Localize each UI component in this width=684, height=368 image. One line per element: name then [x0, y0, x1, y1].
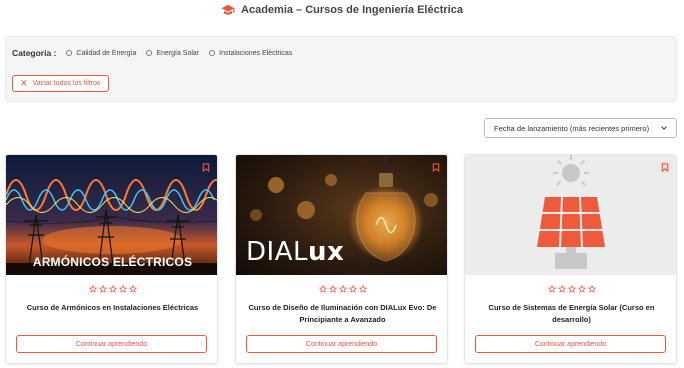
star-icon [567, 285, 576, 293]
filter-option-solar[interactable]: Energía Solar [146, 50, 199, 57]
course-card[interactable]: Curso de Sistemas de Energía Solar (Curs… [464, 154, 677, 364]
star-icon [318, 285, 327, 293]
star-icon [338, 285, 347, 293]
filter-option-label: Instalaciones Eléctricas [219, 49, 293, 57]
star-icon [118, 285, 127, 293]
continue-learning-button[interactable]: Continuar aprendiendo [246, 335, 437, 353]
clear-filters-label: Vaciar todos los filtros [32, 80, 101, 87]
course-card[interactable]: ARMÓNICOS ELÉCTRICOS Curso de Armónicos … [5, 154, 218, 364]
page-header: Academia – Cursos de Ingeniería Eléctric… [0, 0, 684, 20]
filter-panel: Categoría : Calidad de Energía Energía S… [5, 36, 677, 102]
star-icon [328, 285, 337, 293]
solar-panel-image [465, 155, 676, 275]
caption-part: DIAL [246, 237, 308, 267]
star-icon [547, 285, 556, 293]
course-title[interactable]: Curso de Sistemas de Energía Solar (Curs… [475, 302, 668, 326]
rating-stars [236, 285, 447, 293]
graduation-cap-icon [221, 4, 235, 15]
rating-stars [6, 285, 217, 293]
star-icon [108, 285, 117, 293]
star-icon [358, 285, 367, 293]
radio-icon[interactable] [209, 50, 216, 56]
bookmark-icon[interactable] [200, 161, 212, 173]
bookmark-icon[interactable] [659, 161, 671, 173]
star-icon [128, 285, 137, 293]
radio-icon[interactable] [66, 50, 73, 56]
caption-part-bold: ux [307, 237, 345, 267]
filter-option-calidad[interactable]: Calidad de Energía [66, 50, 136, 57]
course-title[interactable]: Curso de Armónicos en Instalaciones Eléc… [16, 302, 209, 314]
star-icon [557, 285, 566, 293]
page-title: Academia – Cursos de Ingeniería Eléctric… [241, 4, 463, 16]
sort-selected-value: Fecha de lanzamiento (más recientes prim… [494, 123, 650, 133]
continue-learning-button[interactable]: Continuar aprendiendo [475, 335, 666, 353]
star-icon [88, 285, 97, 293]
clear-filters-button[interactable]: ✕ Vaciar todos los filtros [12, 75, 109, 92]
star-icon [587, 285, 596, 293]
star-icon [577, 285, 586, 293]
category-filter: Categoría : Calidad de Energía Energía S… [12, 48, 294, 58]
radio-icon[interactable] [146, 50, 153, 56]
thumbnail-caption: DIALux [246, 237, 344, 267]
filter-option-label: Energía Solar [156, 49, 200, 57]
chevron-down-icon [661, 126, 667, 130]
filter-option-instalaciones[interactable]: Instalaciones Eléctricas [209, 50, 292, 57]
sort-select[interactable]: Fecha de lanzamiento (más recientes prim… [484, 118, 677, 138]
continue-learning-button[interactable]: Continuar aprendiendo [16, 335, 207, 353]
rating-stars [465, 285, 676, 293]
course-thumbnail[interactable]: DIALux [236, 155, 447, 275]
thumbnail-caption: ARMÓNICOS ELÉCTRICOS [32, 255, 193, 269]
course-thumbnail[interactable] [465, 155, 676, 275]
category-label: Categoría : [12, 48, 57, 58]
course-thumbnail[interactable]: ARMÓNICOS ELÉCTRICOS [6, 155, 217, 275]
filter-option-label: Calidad de Energía [76, 49, 137, 57]
course-title[interactable]: Curso de Diseño de Iluminación con DIALu… [246, 302, 439, 326]
bookmark-icon[interactable] [430, 161, 442, 173]
star-icon [348, 285, 357, 293]
page: Academia – Cursos de Ingeniería Eléctric… [0, 0, 684, 368]
star-icon [98, 285, 107, 293]
close-icon: ✕ [20, 78, 28, 88]
course-card[interactable]: DIALux Curso de Diseño de Iluminación co… [235, 154, 448, 364]
